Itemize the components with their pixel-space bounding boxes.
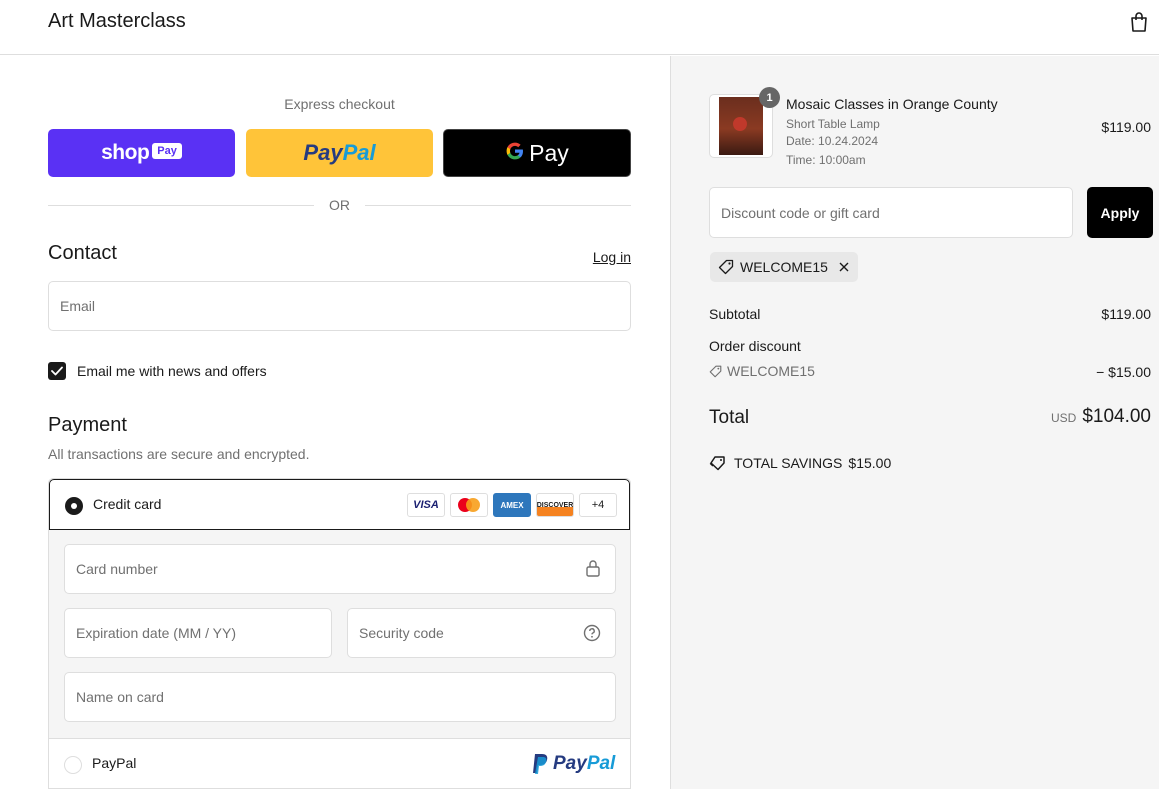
credit-card-label: Credit card [93, 496, 162, 512]
discount-amount: − $15.00 [1096, 364, 1151, 380]
google-g-icon [505, 141, 525, 166]
credit-card-form [49, 530, 630, 738]
lock-icon [585, 559, 601, 582]
card-number-input[interactable] [65, 545, 615, 593]
paypal-logo-text-1: Pay [553, 753, 587, 774]
payment-methods: Credit card VISA AMEX DISCOVER +4 Card n… [48, 478, 631, 789]
security-code-input[interactable] [348, 609, 615, 657]
credit-card-radio[interactable] [65, 497, 83, 515]
order-discount-code: WELCOME15 [709, 363, 815, 379]
paypal-express-button[interactable]: Pay Pal [246, 129, 433, 177]
or-text: OR [329, 197, 350, 213]
visa-icon: VISA [407, 493, 445, 517]
discount-code-text: WELCOME15 [727, 363, 815, 379]
discount-tag-icon [709, 365, 722, 378]
payment-title: Payment [48, 414, 127, 436]
expiration-input[interactable] [65, 609, 331, 657]
login-link[interactable]: Log in [560, 249, 631, 265]
applied-discount-chip: WELCOME15 [710, 252, 858, 282]
email-input[interactable] [49, 282, 630, 330]
total-savings: TOTAL SAVINGS $15.00 [709, 455, 891, 471]
paypal-radio[interactable] [64, 756, 82, 774]
product-variant: Short Table Lamp [786, 117, 880, 131]
apply-discount-button[interactable]: Apply [1087, 187, 1153, 238]
order-discount-label: Order discount [709, 338, 801, 354]
paypal-p-icon [533, 754, 548, 774]
shop-pay-logo: shop [101, 141, 150, 164]
checkout-main: Express checkout shop Pay Pay Pal Pay OR … [0, 56, 670, 789]
quantity-badge: 1 [759, 87, 780, 108]
google-pay-button[interactable]: Pay [443, 129, 631, 177]
product-name: Mosaic Classes in Orange County [786, 96, 998, 112]
newsletter-label: Email me with news and offers [77, 363, 267, 379]
subtotal-label: Subtotal [709, 306, 761, 322]
savings-label: TOTAL SAVINGS [734, 455, 843, 471]
expiration-field[interactable] [64, 608, 332, 658]
tag-icon [718, 259, 734, 275]
amex-icon: AMEX [493, 493, 531, 517]
discount-code-input[interactable] [710, 188, 1072, 237]
total-value: $104.00 [1082, 406, 1151, 427]
product-time: Time: 10:00am [786, 153, 866, 167]
name-on-card-input[interactable] [65, 673, 615, 721]
savings-amount: $15.00 [848, 455, 892, 471]
mastercard-icon [450, 493, 488, 517]
remove-discount-icon[interactable] [838, 261, 850, 273]
checkmark-icon [51, 366, 63, 376]
paypal-option[interactable]: PayPal Pay Pal [49, 738, 630, 788]
cart-bag-icon[interactable] [1129, 11, 1149, 33]
newsletter-option[interactable]: Email me with news and offers [48, 361, 267, 381]
order-summary: 1 Mosaic Classes in Orange County Short … [670, 56, 1159, 789]
paypal-logo-part1: Pay [303, 140, 343, 165]
savings-tag-icon [709, 455, 726, 471]
currency-code: USD [1050, 411, 1077, 425]
newsletter-checkbox[interactable] [48, 362, 66, 380]
applied-code-label: WELCOME15 [740, 259, 828, 275]
express-checkout-label: Express checkout [284, 96, 395, 112]
help-question-icon[interactable] [583, 624, 601, 647]
paypal-logo: Pay Pal [531, 752, 615, 776]
subtotal-value: $119.00 [1101, 306, 1151, 322]
card-number-field[interactable] [64, 544, 616, 594]
product-date: Date: 10.24.2024 [786, 134, 879, 148]
more-cards-badge: +4 [579, 493, 617, 517]
shop-pay-badge: Pay [152, 143, 182, 159]
discount-code-field[interactable] [709, 187, 1073, 238]
discover-icon: DISCOVER [536, 493, 574, 517]
paypal-logo-text-2: Pal [586, 753, 616, 774]
credit-card-option[interactable]: Credit card VISA AMEX DISCOVER +4 [49, 479, 630, 530]
total-label: Total [709, 407, 750, 428]
total-amount: USD $104.00 [1051, 406, 1151, 428]
brand-title[interactable]: Art Masterclass [48, 10, 186, 33]
name-on-card-field[interactable] [64, 672, 616, 722]
gpay-label: Pay [529, 139, 569, 166]
product-price: $119.00 [1101, 119, 1151, 135]
site-header: Art Masterclass [0, 0, 1159, 55]
security-code-field[interactable] [347, 608, 616, 658]
payment-subtitle: All transactions are secure and encrypte… [48, 446, 310, 462]
email-field[interactable] [48, 281, 631, 331]
paypal-logo-part2: Pal [342, 140, 376, 165]
or-divider: OR [48, 195, 631, 215]
contact-title: Contact [48, 242, 117, 264]
paypal-option-label: PayPal [92, 755, 137, 771]
shop-pay-button[interactable]: shop Pay [48, 129, 235, 177]
